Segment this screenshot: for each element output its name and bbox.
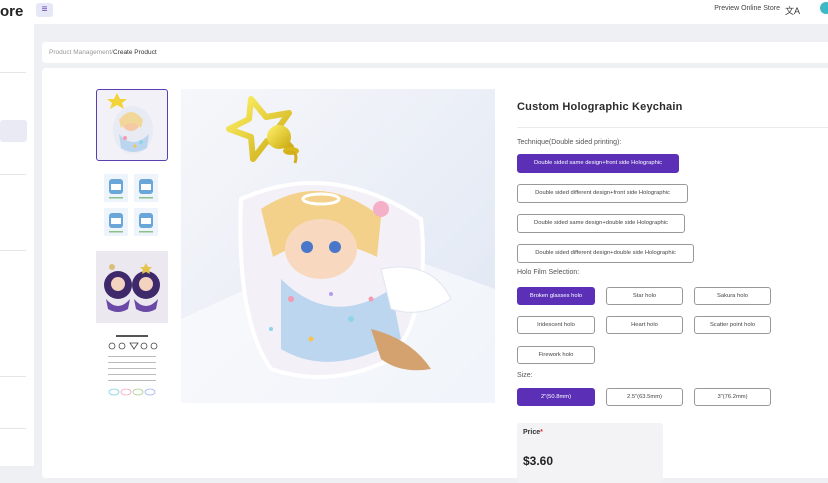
holo-option[interactable]: Firework holo [517, 346, 595, 364]
thumbnail-image[interactable] [96, 170, 168, 242]
size-option[interactable]: 2.5"(63.5mm) [606, 388, 683, 406]
holo-option[interactable]: Broken glasses holo [517, 287, 595, 305]
sidebar-divider [0, 72, 26, 73]
top-bar: ore ≡ Preview Online Store 文A [0, 0, 828, 24]
sidebar-divider [0, 250, 26, 251]
breadcrumb-bar: Product Management/Create Product [42, 42, 828, 63]
holo-film-label: Holo Film Selection: [517, 269, 580, 276]
product-title: Custom Holographic Keychain [517, 101, 683, 113]
thumbnail-image[interactable] [96, 332, 168, 404]
price-label-text: Price [523, 429, 541, 436]
technique-label: Technique(Double sided printing): [517, 139, 622, 146]
technique-option[interactable]: Double sided same design+front side Holo… [517, 154, 679, 173]
brand-logo-text: ore [0, 3, 24, 20]
technique-option[interactable]: Double sided different design+double sid… [517, 244, 694, 263]
size-label: Size: [517, 372, 533, 379]
menu-toggle-button[interactable]: ≡ [36, 3, 53, 17]
holo-option[interactable]: Iridescent holo [517, 316, 595, 334]
holo-option[interactable]: Heart holo [606, 316, 683, 334]
price-label: Price* [523, 429, 543, 436]
technique-option[interactable]: Double sided same design+double side Hol… [517, 214, 685, 233]
title-divider [517, 127, 828, 128]
breadcrumb-parent[interactable]: Product Management [49, 49, 111, 56]
breadcrumb: Product Management/Create Product [49, 49, 157, 56]
sidebar [0, 24, 34, 466]
preview-online-store-link[interactable]: Preview Online Store [714, 5, 780, 12]
holo-option[interactable]: Scatter point holo [694, 316, 771, 334]
main-product-image [181, 89, 495, 403]
breadcrumb-current: Create Product [112, 49, 157, 56]
price-box: Price* $3.60 [517, 423, 663, 483]
sidebar-divider [0, 376, 26, 377]
sidebar-divider [0, 428, 26, 429]
holo-option[interactable]: Star holo [606, 287, 683, 305]
required-marker: * [540, 429, 543, 436]
holo-option[interactable]: Sakura holo [694, 287, 771, 305]
size-option[interactable]: 2"(50.8mm) [517, 388, 595, 406]
avatar[interactable] [820, 2, 828, 14]
sidebar-item-active[interactable] [0, 120, 27, 142]
sidebar-divider [0, 174, 26, 175]
translate-icon[interactable]: 文A [785, 4, 800, 17]
thumbnail-image[interactable] [96, 251, 168, 323]
technique-option[interactable]: Double sided different design+front side… [517, 184, 688, 203]
size-option[interactable]: 3"(76.2mm) [694, 388, 771, 406]
thumbnail-image[interactable] [96, 89, 168, 161]
